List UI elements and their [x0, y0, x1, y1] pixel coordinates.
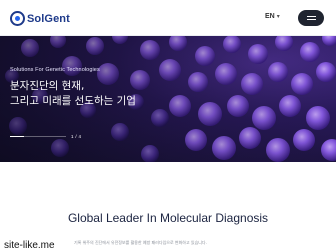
site-header: SolGent EN ▾ — [0, 0, 336, 36]
logo-mark-icon — [10, 11, 25, 26]
chevron-down-icon: ▾ — [276, 14, 280, 20]
page-indicator: 1 / 4 — [71, 134, 82, 139]
progress-fill — [10, 136, 24, 137]
hamburger-menu-button[interactable] — [298, 10, 324, 26]
section-description: 기록 위주의 진단에서 유전정보를 활용한 예방 패러다임으로 변화하고 있습니… — [74, 240, 207, 245]
hamburger-icon-line — [306, 16, 316, 17]
language-selector[interactable]: EN ▾ — [265, 13, 280, 20]
section-title: Global Leader In Molecular Diagnosis — [67, 211, 269, 225]
logo[interactable]: SolGent — [10, 11, 70, 26]
logo-text: SolGent — [27, 12, 70, 25]
language-label: EN — [265, 13, 275, 20]
hero-headline-line1: 분자진단의 현재, — [10, 80, 85, 92]
hero-headline: 분자진단의 현재, 그리고 미래를 선도하는 기업 — [10, 79, 210, 109]
progress-track — [10, 136, 66, 137]
hero-tagline: Solutions For Genetic Technologies — [10, 67, 100, 73]
hero-headline-line2: 그리고 미래를 선도하는 기업 — [10, 95, 136, 107]
hamburger-icon-line — [306, 19, 316, 20]
hero-banner: Solutions For Genetic Technologies 분자진단의… — [0, 36, 336, 162]
watermark: site-like.me — [0, 239, 59, 252]
slide-progress: 1 / 4 — [10, 134, 81, 139]
